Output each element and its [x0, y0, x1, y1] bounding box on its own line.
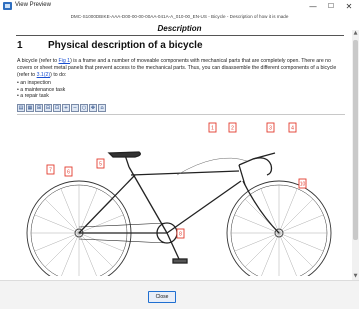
callout-label: 6 — [67, 170, 70, 176]
callout-4[interactable]: 4 — [288, 122, 297, 133]
window-title: View Preview — [15, 2, 51, 8]
callout-7[interactable]: 7 — [46, 164, 55, 175]
callout-10[interactable]: 10 — [298, 178, 307, 189]
figure-link[interactable]: Fig 1 — [59, 58, 71, 64]
minimize-icon[interactable]: — — [305, 0, 321, 13]
scroll-thumb[interactable] — [353, 40, 358, 240]
close-button[interactable]: Close — [148, 291, 176, 303]
header-divider — [16, 35, 344, 36]
fork — [242, 180, 280, 234]
description-paragraph: A bicycle (refer to Fig 1) is a frame an… — [17, 58, 345, 79]
bicycle-figure[interactable]: 7 6 5 8 1 2 3 4 10 — [17, 114, 345, 276]
dialog-footer — [0, 280, 359, 309]
figure-toolbar: ▤ ▦ ⊞ ⊟ ⊡ + − ○ ✥ ⌂ — [17, 104, 106, 114]
grid-icon[interactable]: ▦ — [26, 104, 34, 112]
pedal — [172, 258, 188, 264]
callout-2[interactable]: 2 — [228, 122, 237, 133]
fit-page-icon[interactable]: ⊞ — [35, 104, 43, 112]
paragraph-text: ) to do: — [50, 72, 67, 78]
window-titlebar: View Preview — ☐ ✕ — [0, 0, 359, 13]
callout-3[interactable]: 3 — [266, 122, 275, 133]
saddle — [107, 151, 141, 158]
callout-label: 8 — [179, 232, 182, 238]
callout-label: 7 — [49, 168, 52, 174]
callout-label: 10 — [300, 182, 306, 188]
pan-icon[interactable]: ✥ — [89, 104, 97, 112]
callout-label: 4 — [291, 126, 294, 132]
fit-width-icon[interactable]: ⊟ — [44, 104, 52, 112]
zoom-reset-icon[interactable]: ○ — [80, 104, 88, 112]
task-list: an inspection a maintenance task a repai… — [17, 80, 65, 100]
print-icon[interactable]: ▤ — [17, 104, 25, 112]
callout-label: 5 — [99, 162, 102, 168]
top-tube — [130, 170, 240, 176]
down-tube — [166, 180, 242, 234]
callout-8[interactable]: 8 — [176, 228, 185, 239]
callout-label: 1 — [211, 126, 214, 132]
callout-1[interactable]: 1 — [208, 122, 217, 133]
section-title: Physical description of a bicycle — [48, 40, 203, 51]
maximize-icon[interactable]: ☐ — [323, 0, 339, 13]
callout-5[interactable]: 5 — [96, 158, 105, 169]
reference-link[interactable]: 3.1(2) — [37, 72, 51, 78]
zoom-area-icon[interactable]: ⊡ — [53, 104, 61, 112]
close-icon[interactable]: ✕ — [341, 0, 357, 13]
callout-label: 3 — [269, 126, 272, 132]
scroll-up-icon[interactable]: ▲ — [352, 30, 359, 37]
handlebar — [238, 157, 273, 176]
callout-group: 7 6 5 8 1 2 3 4 10 — [46, 122, 307, 239]
app-icon — [3, 2, 12, 10]
zoom-in-icon[interactable]: + — [62, 104, 70, 112]
section-number: 1 — [17, 40, 23, 51]
bicycle-illustration: 7 6 5 8 1 2 3 4 10 — [26, 122, 332, 276]
home-icon[interactable]: ⌂ — [98, 104, 106, 112]
callout-6[interactable]: 6 — [64, 166, 73, 177]
callout-label: 2 — [231, 126, 234, 132]
seat-stay — [78, 174, 136, 234]
scroll-down-icon[interactable]: ▼ — [352, 273, 359, 280]
list-item: a repair task — [17, 93, 65, 100]
zoom-out-icon[interactable]: − — [71, 104, 79, 112]
document-heading: Description — [157, 24, 202, 33]
data-module-code: DMC-S1000DBIKE-AAA-D00-00-00-00AA-041A-A… — [70, 14, 289, 19]
vertical-scrollbar[interactable]: ▲ ▼ — [352, 30, 359, 280]
paragraph-text: A bicycle (refer to — [17, 58, 59, 64]
